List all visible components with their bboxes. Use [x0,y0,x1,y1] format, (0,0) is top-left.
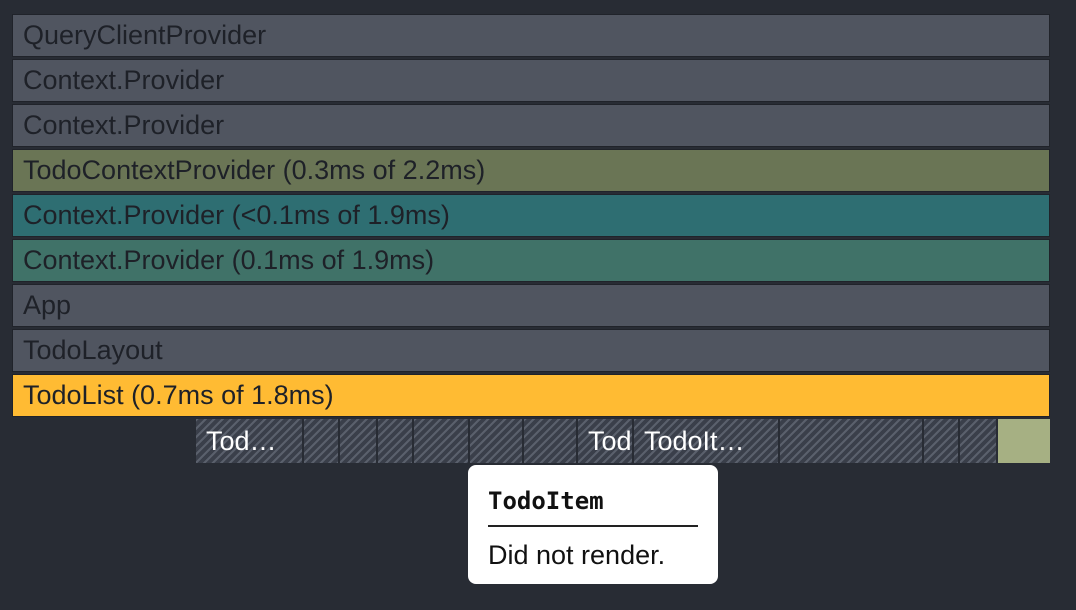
flamegraph-bar-todo-item[interactable]: Tod… [196,419,304,463]
flamegraph-bar-todo-item[interactable] [524,419,578,463]
flamegraph-row: Context.Provider (0.1ms of 1.9ms) [12,239,1052,284]
flamegraph-bar-context-provider[interactable]: Context.Provider [12,59,1050,102]
flamegraph-bar-context-provider[interactable]: Context.Provider (0.1ms of 1.9ms) [12,239,1050,282]
flamegraph-bar-todo-item[interactable]: TodoIt… [634,419,780,463]
flamegraph-row: Context.Provider [12,59,1052,104]
flamegraph-bar-todo-item[interactable] [340,419,378,463]
flamegraph-bar-todo-item[interactable] [378,419,414,463]
flamegraph-bar-context-provider[interactable]: Context.Provider (<0.1ms of 1.9ms) [12,194,1050,237]
flamegraph-bar-todo-item[interactable] [304,419,340,463]
flamegraph-row: TodoLayout [12,329,1052,374]
flamegraph-bar-todo-item[interactable] [414,419,470,463]
tooltip-title: TodoItem [488,485,698,527]
flamegraph-bar-app[interactable]: App [12,284,1050,327]
flamegraph-row: QueryClientProvider [12,14,1052,59]
tooltip-message: Did not render. [488,540,666,570]
flamegraph-bar-todo-item[interactable] [470,419,524,463]
flamegraph-bar-todo-item[interactable] [960,419,998,463]
flamegraph-bar-todo-context-provider[interactable]: TodoContextProvider (0.3ms of 2.2ms) [12,149,1050,192]
tooltip: TodoItem Did not render. [468,465,718,584]
flamegraph-bar-todo-item[interactable] [924,419,960,463]
flamegraph-row: TodoContextProvider (0.3ms of 2.2ms) [12,149,1052,194]
flamegraph-bar-todo-layout[interactable]: TodoLayout [12,329,1050,372]
flamegraph-bar-context-provider[interactable]: Context.Provider [12,104,1050,147]
flamegraph-row: Context.Provider (<0.1ms of 1.9ms) [12,194,1052,239]
flamegraph-bar-todo-item[interactable] [780,419,924,463]
flamegraph-row: App [12,284,1052,329]
flamegraph-bar-todo-list[interactable]: TodoList (0.7ms of 1.8ms) [12,374,1050,417]
flamegraph-children-row: Tod… TodoIt… TodoIt… [12,419,1052,463]
flamegraph-chart: QueryClientProvider Context.Provider Con… [12,14,1052,419]
flamegraph-bar-todo-item[interactable]: TodoIt… [578,419,634,463]
flamegraph-bar-rendered[interactable] [998,419,1050,463]
flamegraph-row: TodoList (0.7ms of 1.8ms) [12,374,1052,419]
flamegraph-bar-query-client-provider[interactable]: QueryClientProvider [12,14,1050,57]
flamegraph-row: Context.Provider [12,104,1052,149]
